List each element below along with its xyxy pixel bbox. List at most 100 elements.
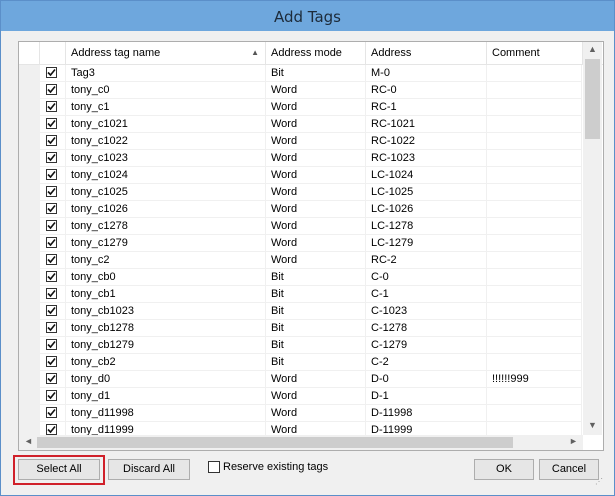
- scroll-up-icon[interactable]: ▲: [584, 44, 601, 54]
- row-checkbox[interactable]: [46, 152, 57, 163]
- row-header[interactable]: [19, 184, 40, 202]
- row-checkbox[interactable]: [46, 390, 57, 401]
- table-row[interactable]: tony_c1279 Word LC-1279: [19, 235, 582, 253]
- scroll-down-icon[interactable]: ▼: [584, 420, 601, 430]
- vertical-scroll-thumb[interactable]: [585, 59, 600, 139]
- horizontal-scroll-thumb[interactable]: [37, 437, 513, 448]
- cell-address: C-1278: [366, 320, 487, 337]
- table-row[interactable]: tony_c1026 Word LC-1026: [19, 201, 582, 219]
- row-checkbox[interactable]: [46, 135, 57, 146]
- row-checkbox[interactable]: [46, 67, 57, 78]
- vertical-scrollbar[interactable]: ▲ ▼: [583, 42, 602, 435]
- row-checkbox[interactable]: [46, 288, 57, 299]
- table-row[interactable]: tony_cb1023 Bit C-1023: [19, 303, 582, 321]
- row-checkbox[interactable]: [46, 169, 57, 180]
- reserve-checkbox-label[interactable]: Reserve existing tags: [223, 460, 328, 474]
- title-bar[interactable]: Add Tags: [1, 1, 614, 31]
- row-header[interactable]: [19, 116, 40, 134]
- scroll-left-icon[interactable]: ◄: [20, 436, 37, 446]
- table-row[interactable]: tony_d1 Word D-1: [19, 388, 582, 406]
- cell-comment: [487, 388, 582, 405]
- table-row[interactable]: tony_c1278 Word LC-1278: [19, 218, 582, 236]
- row-header[interactable]: [19, 354, 40, 372]
- reserve-checkbox-box[interactable]: [208, 461, 220, 473]
- checkmark-icon: [47, 204, 56, 213]
- table-row[interactable]: tony_c1022 Word RC-1022: [19, 133, 582, 151]
- select-all-button[interactable]: Select All: [18, 459, 100, 480]
- row-header[interactable]: [19, 133, 40, 151]
- row-checkbox[interactable]: [46, 407, 57, 418]
- row-header[interactable]: [19, 150, 40, 168]
- cell-address: C-2: [366, 354, 487, 371]
- table-row[interactable]: tony_cb1279 Bit C-1279: [19, 337, 582, 355]
- row-checkbox[interactable]: [46, 203, 57, 214]
- row-checkbox[interactable]: [46, 373, 57, 384]
- row-header[interactable]: [19, 286, 40, 304]
- row-header[interactable]: [19, 388, 40, 406]
- table-row[interactable]: tony_cb1 Bit C-1: [19, 286, 582, 304]
- table-row[interactable]: tony_c1023 Word RC-1023: [19, 150, 582, 168]
- row-checkbox[interactable]: [46, 186, 57, 197]
- column-header-name[interactable]: Address tag name ▲: [66, 42, 266, 64]
- row-header[interactable]: [19, 218, 40, 236]
- row-checkbox[interactable]: [46, 101, 57, 112]
- checkmark-icon: [47, 255, 56, 264]
- row-checkbox[interactable]: [46, 84, 57, 95]
- resize-grip-icon[interactable]: ⋰: [595, 477, 605, 487]
- checkmark-icon: [47, 289, 56, 298]
- row-header[interactable]: [19, 320, 40, 338]
- table-row[interactable]: tony_cb0 Bit C-0: [19, 269, 582, 287]
- table-row[interactable]: tony_c1 Word RC-1: [19, 99, 582, 117]
- cell-comment: [487, 99, 582, 116]
- row-header[interactable]: [19, 82, 40, 100]
- cell-mode: Word: [266, 133, 366, 150]
- column-header-address[interactable]: Address: [366, 42, 487, 64]
- row-header[interactable]: [19, 252, 40, 270]
- table-row[interactable]: tony_d11999 Word D-11999: [19, 422, 582, 435]
- row-header[interactable]: [19, 167, 40, 185]
- row-header[interactable]: [19, 65, 40, 83]
- horizontal-scrollbar[interactable]: ◄ ►: [19, 435, 583, 450]
- table-row[interactable]: tony_c1024 Word LC-1024: [19, 167, 582, 185]
- table-row[interactable]: tony_cb1278 Bit C-1278: [19, 320, 582, 338]
- table-row[interactable]: tony_c1021 Word RC-1021: [19, 116, 582, 134]
- row-checkbox[interactable]: [46, 339, 57, 350]
- cell-name: tony_c1279: [66, 235, 266, 252]
- discard-all-button[interactable]: Discard All: [108, 459, 190, 480]
- table-row[interactable]: tony_d0 Word D-0 !!!!!!999: [19, 371, 582, 389]
- table-row[interactable]: tony_cb2 Bit C-2: [19, 354, 582, 372]
- cancel-button[interactable]: Cancel: [539, 459, 599, 480]
- row-header[interactable]: [19, 235, 40, 253]
- row-checkbox[interactable]: [46, 237, 57, 248]
- table-row[interactable]: tony_d11998 Word D-11998: [19, 405, 582, 423]
- scroll-right-icon[interactable]: ►: [565, 436, 582, 446]
- table-row[interactable]: Tag3 Bit M-0: [19, 65, 582, 83]
- table-row[interactable]: tony_c1025 Word LC-1025: [19, 184, 582, 202]
- row-header[interactable]: [19, 405, 40, 423]
- row-checkbox[interactable]: [46, 356, 57, 367]
- cell-name: tony_cb1278: [66, 320, 266, 337]
- checkmark-icon: [47, 408, 56, 417]
- row-header[interactable]: [19, 371, 40, 389]
- row-checkbox[interactable]: [46, 271, 57, 282]
- cell-mode: Word: [266, 235, 366, 252]
- table-row[interactable]: tony_c2 Word RC-2: [19, 252, 582, 270]
- row-checkbox[interactable]: [46, 322, 57, 333]
- row-checkbox[interactable]: [46, 305, 57, 316]
- checkbox-column-header[interactable]: [40, 42, 66, 64]
- row-header[interactable]: [19, 422, 40, 435]
- row-header[interactable]: [19, 269, 40, 287]
- row-checkbox[interactable]: [46, 118, 57, 129]
- cell-comment: [487, 235, 582, 252]
- ok-button[interactable]: OK: [474, 459, 534, 480]
- row-header[interactable]: [19, 337, 40, 355]
- row-checkbox[interactable]: [46, 424, 57, 435]
- row-header[interactable]: [19, 201, 40, 219]
- row-header[interactable]: [19, 303, 40, 321]
- row-header[interactable]: [19, 99, 40, 117]
- row-checkbox[interactable]: [46, 254, 57, 265]
- column-header-mode[interactable]: Address mode: [266, 42, 366, 64]
- column-header-comment[interactable]: Comment: [487, 42, 583, 64]
- row-checkbox[interactable]: [46, 220, 57, 231]
- table-row[interactable]: tony_c0 Word RC-0: [19, 82, 582, 100]
